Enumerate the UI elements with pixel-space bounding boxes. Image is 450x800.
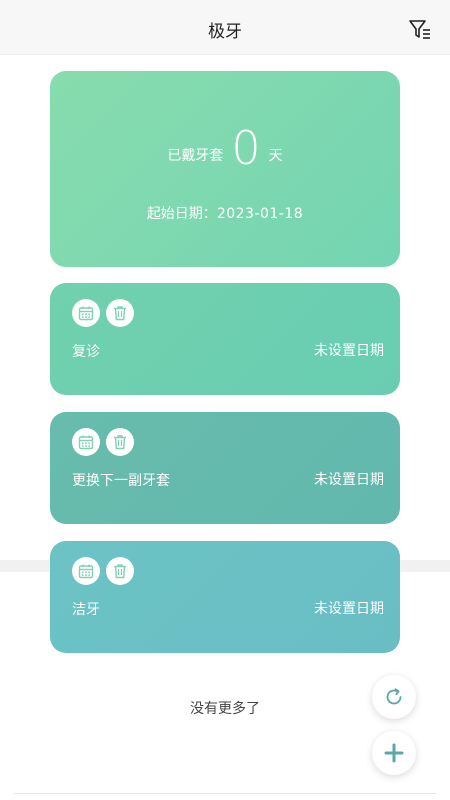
card-actions <box>72 557 134 585</box>
wear-days-row: 已戴牙套 0 天 <box>50 121 400 171</box>
reminder-date: 未设置日期 <box>314 601 384 617</box>
bottom-divider <box>14 793 436 794</box>
calendar-icon[interactable] <box>72 557 100 585</box>
trash-icon[interactable] <box>106 299 134 327</box>
reminder-card-next-aligner[interactable]: 更换下一副牙套 未设置日期 <box>50 412 400 524</box>
card-actions <box>72 299 134 327</box>
calendar-icon[interactable] <box>72 428 100 456</box>
plus-icon <box>384 743 404 763</box>
wear-days-count: 0 <box>231 121 261 175</box>
reminder-name: 复诊 <box>72 344 100 360</box>
reminder-date: 未设置日期 <box>314 472 384 488</box>
trash-icon[interactable] <box>106 557 134 585</box>
wear-unit: 天 <box>268 148 283 164</box>
refresh-button[interactable] <box>372 675 416 719</box>
reminder-date: 未设置日期 <box>314 343 384 359</box>
filter-icon[interactable] <box>408 18 432 42</box>
start-date-value: 2023-01-18 <box>216 206 304 222</box>
add-button[interactable] <box>372 731 416 775</box>
refresh-icon <box>386 688 402 705</box>
start-date-label: 起始日期： <box>146 206 217 222</box>
reminder-card-cleaning[interactable]: 洁牙 未设置日期 <box>50 541 400 653</box>
wear-label: 已戴牙套 <box>167 148 224 164</box>
trash-icon[interactable] <box>106 428 134 456</box>
card-actions <box>72 428 134 456</box>
start-date-row: 起始日期：2023-01-18 <box>50 203 400 223</box>
reminder-name: 洁牙 <box>72 602 100 618</box>
reminder-name: 更换下一副牙套 <box>72 473 170 489</box>
calendar-icon[interactable] <box>72 299 100 327</box>
reminder-card-revisit[interactable]: 复诊 未设置日期 <box>50 283 400 395</box>
page-title: 极牙 <box>208 22 242 42</box>
wear-summary-card[interactable]: 已戴牙套 0 天 起始日期：2023-01-18 <box>50 71 400 267</box>
app-header: 极牙 <box>0 0 450 55</box>
